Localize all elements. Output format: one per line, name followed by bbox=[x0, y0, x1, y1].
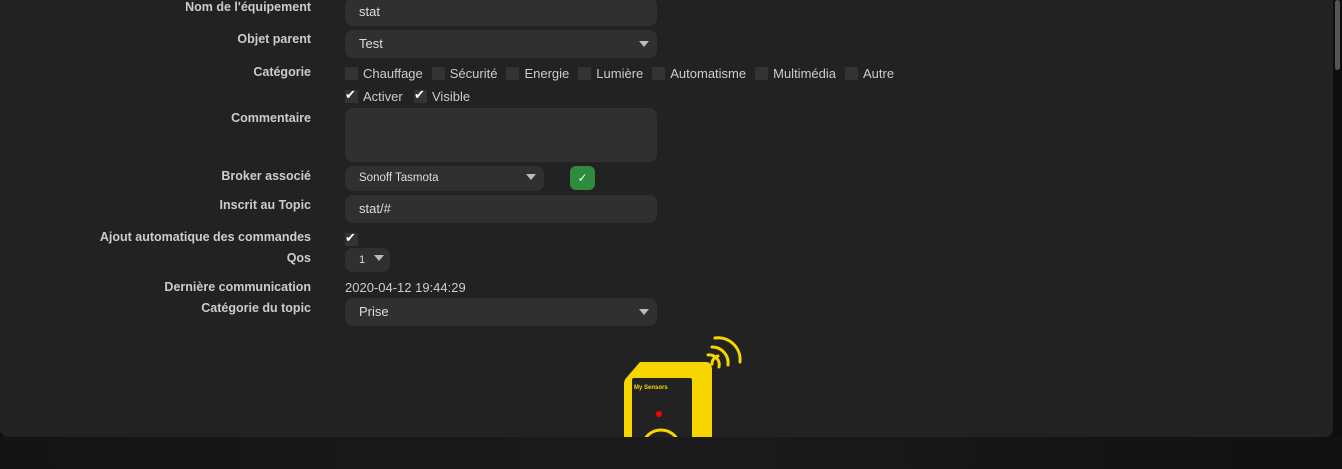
checkbox[interactable] bbox=[431, 67, 445, 80]
topic-category-select[interactable]: Prise bbox=[345, 298, 657, 326]
parent-select[interactable]: Test bbox=[345, 30, 657, 58]
broker-select[interactable]: Sonoff Tasmota bbox=[345, 166, 544, 191]
caret-down-icon bbox=[374, 255, 384, 261]
category-automatisme[interactable]: Automatisme bbox=[652, 66, 746, 81]
qos-label: Qos bbox=[286, 251, 311, 265]
activate-label: Activer bbox=[363, 89, 403, 104]
name-label: Nom de l'équipement bbox=[185, 0, 311, 14]
checkbox[interactable] bbox=[578, 67, 592, 80]
topic-label: Inscrit au Topic bbox=[219, 198, 311, 212]
category-securite[interactable]: Sécurité bbox=[431, 66, 498, 81]
check-button[interactable]: ✓ bbox=[570, 166, 595, 190]
sensor-device-image: My Sensors bbox=[624, 336, 742, 437]
last-comm-value: 2020-04-12 19:44:29 bbox=[345, 280, 466, 295]
last-comm-label: Dernière communication bbox=[164, 280, 311, 294]
scrollbar[interactable] bbox=[1335, 0, 1340, 70]
topic-category-value: Prise bbox=[359, 304, 389, 319]
category-lumiere[interactable]: Lumière bbox=[578, 66, 643, 81]
check-icon[interactable] bbox=[345, 87, 358, 103]
option-label: Lumière bbox=[596, 66, 644, 81]
caret-down-icon bbox=[639, 41, 649, 47]
checkbox[interactable] bbox=[506, 67, 520, 80]
device-label: My Sensors bbox=[634, 385, 668, 391]
category-multimedia[interactable]: Multimédia bbox=[755, 66, 836, 81]
qos-select[interactable]: 1 bbox=[345, 248, 390, 272]
option-label: Multimédia bbox=[773, 66, 836, 81]
option-label: Sécurité bbox=[449, 66, 498, 81]
auto-commands-label: Ajout automatique des commandes bbox=[99, 230, 311, 244]
checkbox[interactable] bbox=[345, 67, 358, 80]
checkbox[interactable] bbox=[652, 67, 666, 80]
equipment-panel: Nom de l'équipement stat Objet parent Te… bbox=[0, 0, 1333, 437]
broker-value: Sonoff Tasmota bbox=[359, 172, 439, 184]
background-strip bbox=[0, 437, 1342, 469]
visible-label: Visible bbox=[432, 89, 471, 104]
topic-input[interactable]: stat/# bbox=[345, 195, 657, 223]
category-autre[interactable]: Autre bbox=[844, 66, 895, 81]
comment-label: Commentaire bbox=[231, 111, 311, 125]
category-label: Catégorie bbox=[253, 65, 311, 79]
auto-commands-checkbox[interactable] bbox=[345, 230, 358, 246]
option-label: Automatisme bbox=[670, 66, 747, 81]
caret-down-icon bbox=[639, 309, 649, 315]
option-label: Autre bbox=[862, 66, 895, 81]
option-label: Chauffage bbox=[363, 66, 423, 81]
qos-value: 1 bbox=[359, 254, 366, 266]
parent-value: Test bbox=[359, 36, 383, 51]
comment-textarea[interactable] bbox=[345, 108, 657, 162]
topic-category-label: Catégorie du topic bbox=[201, 301, 311, 315]
checkbox[interactable] bbox=[755, 67, 769, 80]
visible-checkbox[interactable]: Visible bbox=[414, 87, 471, 104]
checkbox[interactable] bbox=[844, 67, 858, 80]
broker-label: Broker associé bbox=[221, 169, 311, 183]
caret-down-icon bbox=[526, 174, 536, 180]
category-chauffage[interactable]: Chauffage bbox=[345, 66, 423, 81]
option-label: Energie bbox=[524, 66, 570, 81]
check-icon[interactable] bbox=[414, 87, 427, 103]
activate-checkbox[interactable]: Activer bbox=[345, 87, 403, 104]
category-energie[interactable]: Energie bbox=[506, 66, 569, 81]
name-input[interactable]: stat bbox=[345, 0, 657, 26]
parent-label: Objet parent bbox=[237, 32, 311, 46]
